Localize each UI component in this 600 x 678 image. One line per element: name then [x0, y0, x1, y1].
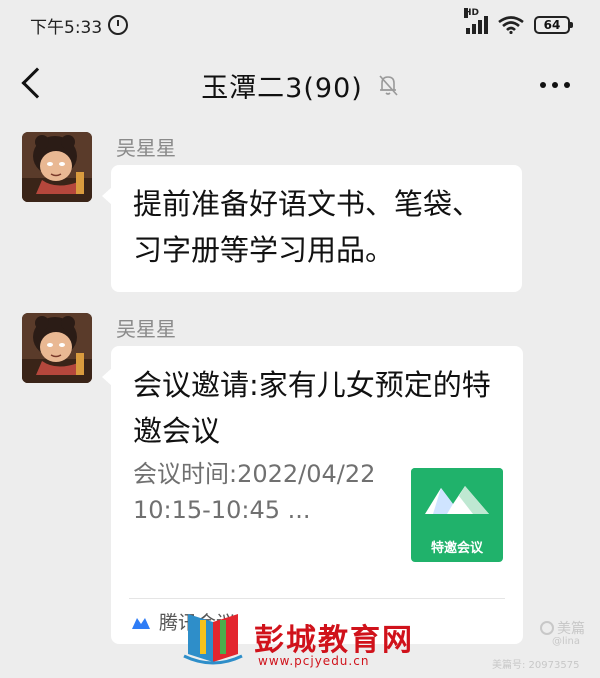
thumbnail-label: 特邀会议: [430, 541, 483, 556]
site-book-logo-icon: [180, 612, 246, 668]
status-left: 下午5:33: [30, 13, 129, 38]
card-divider: [129, 598, 505, 599]
watermark-site-url: www.pcjyedu.cn: [258, 654, 370, 668]
battery-level: 64: [543, 18, 561, 32]
title-wrap: 玉潭二3(90): [201, 66, 399, 105]
sender-name: 吴星星: [116, 317, 176, 341]
chat-title: 玉潭二3(90): [201, 72, 363, 104]
status-bar: 下午5:33 HD 64: [0, 0, 600, 50]
chat-header: 玉潭二3(90): [0, 50, 600, 120]
text-message-bubble[interactable]: 提前准备好语文书、笔袋、习字册等学习用品。: [102, 165, 522, 292]
message-text: 提前准备好语文书、笔袋、习字册等学习用品。: [133, 187, 482, 267]
card-description: 会议时间:2022/04/22 10:15-10:45 ...: [133, 460, 376, 524]
signal-icon: HD: [464, 8, 488, 34]
tencent-meeting-logo-icon: [131, 614, 151, 630]
network-hd-label: HD: [464, 8, 480, 18]
avatar[interactable]: [22, 313, 92, 383]
meipian-brand: 美篇: [557, 621, 585, 637]
meeting-invite-card[interactable]: 会议邀请:家有儿女预定的特邀会议 会议时间:2022/04/22 10:15-1…: [102, 346, 523, 644]
status-time: 下午5:33: [30, 17, 103, 38]
card-title: 会议邀请:家有儿女预定的特邀会议: [133, 368, 491, 448]
back-chevron-icon[interactable]: [21, 67, 53, 99]
meipian-id: 美篇号: 20973575: [492, 660, 580, 671]
meipian-watermark: 美篇: [540, 618, 585, 638]
wifi-icon: [498, 16, 524, 34]
status-right: HD 64: [464, 8, 573, 34]
watermark-site-name: 彭城教育网: [254, 623, 414, 658]
battery-icon: 64: [534, 16, 573, 34]
bell-muted-icon: [377, 73, 399, 97]
alarm-clock-icon: [108, 15, 129, 35]
avatar[interactable]: [22, 132, 92, 202]
meipian-user: @lina: [552, 636, 581, 647]
meeting-thumbnail: 特邀会议: [411, 468, 503, 562]
more-dots-icon[interactable]: [540, 82, 570, 88]
sender-name: 吴星星: [116, 136, 176, 160]
meipian-logo-icon: [540, 621, 554, 635]
